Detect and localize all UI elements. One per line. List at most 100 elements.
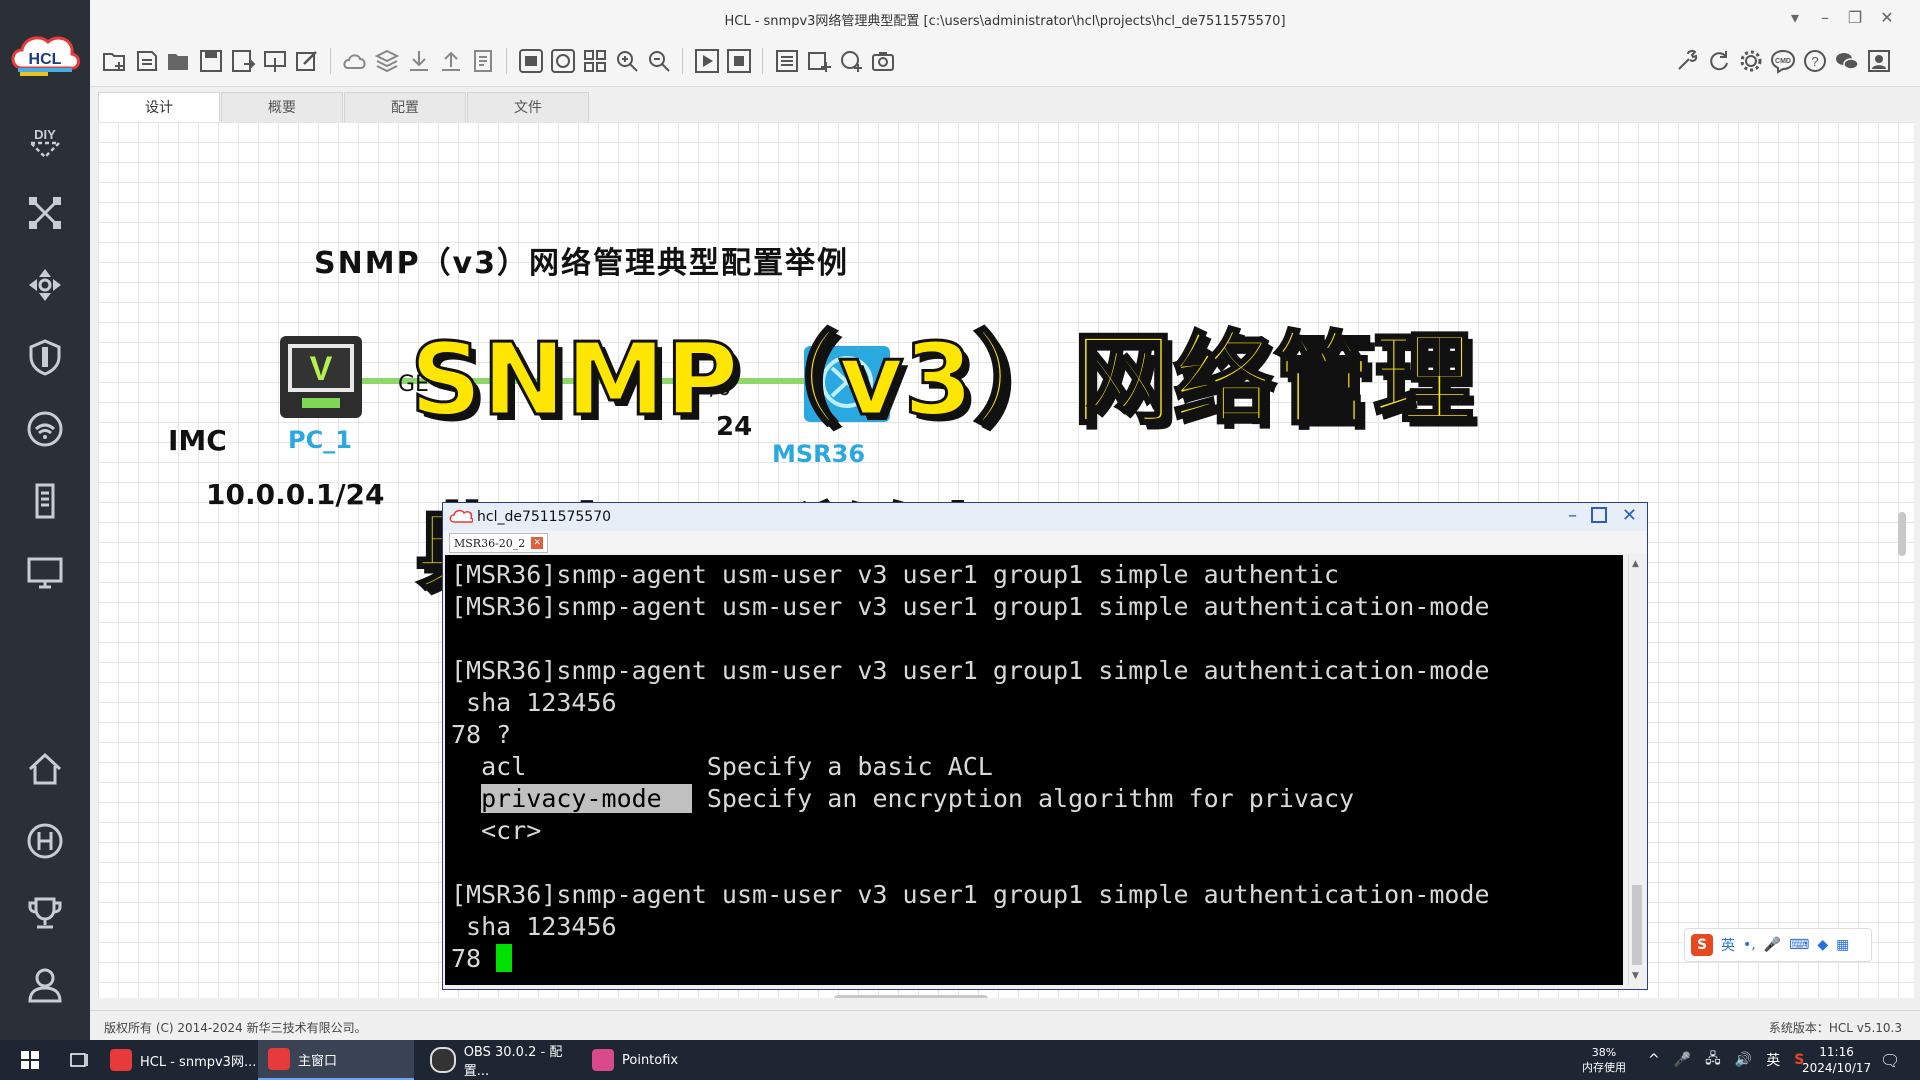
tab-files[interactable]: 文件	[467, 92, 589, 123]
windows-start-icon[interactable]	[6, 1040, 54, 1080]
trophy-icon[interactable]	[22, 890, 68, 936]
apps-grid-icon[interactable]: ▦	[1836, 937, 1849, 953]
h-circle-icon[interactable]	[22, 818, 68, 864]
save-icon[interactable]	[196, 46, 226, 76]
terminal-cursor	[496, 944, 513, 972]
terminal-scroll-thumb[interactable]	[1632, 885, 1642, 965]
wechat-icon[interactable]	[1832, 46, 1862, 76]
vertical-scrollbar[interactable]	[1898, 512, 1906, 556]
tab-close-icon[interactable]: ✕	[531, 537, 544, 549]
taskbar-app-hcl[interactable]: HCL - snmpv3网...	[100, 1040, 276, 1080]
memory-usage-widget[interactable]: 38% 内存使用	[1582, 1040, 1626, 1080]
taskbar-app-obs[interactable]: OBS 30.0.2 - 配置...	[420, 1040, 596, 1080]
svg-text:V: V	[310, 350, 333, 388]
download-icon[interactable]	[404, 46, 434, 76]
view-tabs: 设计 概要 配置 文件	[98, 92, 590, 123]
gear-icon[interactable]	[1736, 46, 1766, 76]
title-bar: HCL - snmpv3网络管理典型配置 [c:\users\administr…	[90, 0, 1920, 36]
scroll-down-icon[interactable]: ▼	[1632, 971, 1639, 981]
help-icon[interactable]: ?	[1800, 46, 1830, 76]
notification-icon[interactable]: 🗨	[1880, 1040, 1900, 1080]
new-project-icon[interactable]	[100, 46, 130, 76]
document-icon[interactable]	[468, 46, 498, 76]
ime-language[interactable]: 英	[1721, 935, 1735, 955]
list-icon[interactable]	[772, 46, 802, 76]
terminal-window[interactable]: hcl_de7511575570 – ✕ MSR36-20_2 ✕ [MSR36…	[442, 502, 1648, 990]
terminal-output[interactable]: [MSR36]snmp-agent usm-user v3 user1 grou…	[445, 555, 1623, 985]
upload-icon[interactable]	[436, 46, 466, 76]
tray-ime-language[interactable]: 英	[1766, 1050, 1780, 1070]
stop-icon[interactable]	[724, 46, 754, 76]
terminal-line: 78	[451, 943, 1617, 975]
export-icon[interactable]	[260, 46, 290, 76]
memory-label: 内存使用	[1582, 1061, 1626, 1074]
open-folder-icon[interactable]	[164, 46, 194, 76]
tools-icon[interactable]	[1672, 46, 1702, 76]
terminal-line: privacy-mode Specify an encryption algor…	[481, 784, 1355, 813]
minimize-button[interactable]: –	[1812, 6, 1838, 30]
user-icon[interactable]	[22, 962, 68, 1008]
pointofix-app-icon	[592, 1049, 614, 1071]
cloud-icon[interactable]	[340, 46, 370, 76]
zoom-out-icon[interactable]	[644, 46, 674, 76]
grid-icon[interactable]	[580, 46, 610, 76]
open-template-icon[interactable]	[132, 46, 162, 76]
dropdown-icon[interactable]: ▾	[1782, 6, 1808, 30]
topology-icon[interactable]	[22, 190, 68, 236]
horizontal-scrollbar[interactable]	[834, 995, 988, 998]
cmd-icon[interactable]: CMD	[1768, 46, 1798, 76]
sogou-icon[interactable]: S	[1691, 934, 1713, 956]
terminal-tab[interactable]: MSR36-20_2 ✕	[449, 533, 549, 553]
terminal-scrollbar[interactable]: ▲ ▼	[1628, 555, 1645, 985]
terminal-maximize-button[interactable]	[1591, 507, 1607, 523]
shield-icon[interactable]	[22, 334, 68, 380]
move-icon[interactable]	[22, 262, 68, 308]
skin-icon[interactable]: ◆	[1817, 937, 1828, 953]
add-window-icon[interactable]	[804, 46, 834, 76]
tray-chevron-icon[interactable]: ^	[1648, 1052, 1660, 1068]
close-button[interactable]: ✕	[1874, 6, 1900, 30]
add-circle-icon[interactable]	[836, 46, 866, 76]
microphone-icon[interactable]: 🎤	[1764, 937, 1781, 953]
hcl-logo[interactable]: HCL	[8, 28, 82, 80]
home-icon[interactable]	[22, 746, 68, 792]
settings-network-icon[interactable]	[548, 46, 578, 76]
restore-button[interactable]: ❐	[1842, 6, 1868, 30]
terminal-minimize-button[interactable]: –	[1568, 505, 1577, 526]
layers-icon[interactable]	[372, 46, 402, 76]
taskbar-app-pointofix[interactable]: Pointofix	[582, 1040, 752, 1080]
hcl-app-icon	[268, 1048, 290, 1070]
clock[interactable]: 11:16 2024/10/17	[1802, 1040, 1871, 1080]
volume-icon[interactable]: 🔊	[1735, 1052, 1752, 1068]
ime-toolbar[interactable]: S 英 •, 🎤 ⌨ ◆ ▦	[1684, 928, 1872, 962]
diy-icon[interactable]: DIY	[22, 118, 68, 164]
scroll-up-icon[interactable]: ▲	[1632, 559, 1639, 569]
overlay-caption-line1: SNMP（v3）网络管理	[408, 320, 1474, 440]
save-as-icon[interactable]	[228, 46, 258, 76]
task-view-icon[interactable]	[56, 1040, 104, 1080]
camera-icon[interactable]	[868, 46, 898, 76]
tab-config[interactable]: 配置	[344, 92, 466, 123]
tab-design[interactable]: 设计	[98, 92, 220, 123]
tab-overview[interactable]: 概要	[221, 92, 343, 123]
keyboard-icon[interactable]: ⌨	[1789, 937, 1809, 953]
taskbar-app-main-window[interactable]: 主窗口	[258, 1040, 414, 1080]
pc-device-icon[interactable]: V	[278, 334, 364, 420]
monitor-icon[interactable]	[22, 550, 68, 596]
server-icon[interactable]	[22, 478, 68, 524]
play-icon[interactable]	[692, 46, 722, 76]
wifi-icon[interactable]	[22, 406, 68, 452]
windows-taskbar: HCL - snmpv3网... 主窗口 OBS 30.0.2 - 配置... …	[0, 1040, 1920, 1080]
screenshot-icon[interactable]	[516, 46, 546, 76]
tray-microphone-icon[interactable]: 🎤	[1674, 1052, 1691, 1068]
punctuation-icon[interactable]: •,	[1743, 937, 1756, 953]
refresh-icon[interactable]	[1704, 46, 1734, 76]
account-icon[interactable]	[1864, 46, 1894, 76]
network-icon[interactable]: 🖧	[1705, 1048, 1721, 1072]
zoom-in-icon[interactable]	[612, 46, 642, 76]
edit-icon[interactable]	[292, 46, 322, 76]
terminal-close-button[interactable]: ✕	[1622, 505, 1637, 526]
terminal-title-bar: hcl_de7511575570 – ✕	[443, 503, 1647, 532]
system-tray: ^ 🎤 🖧 🔊 英 S	[1648, 1040, 1804, 1080]
